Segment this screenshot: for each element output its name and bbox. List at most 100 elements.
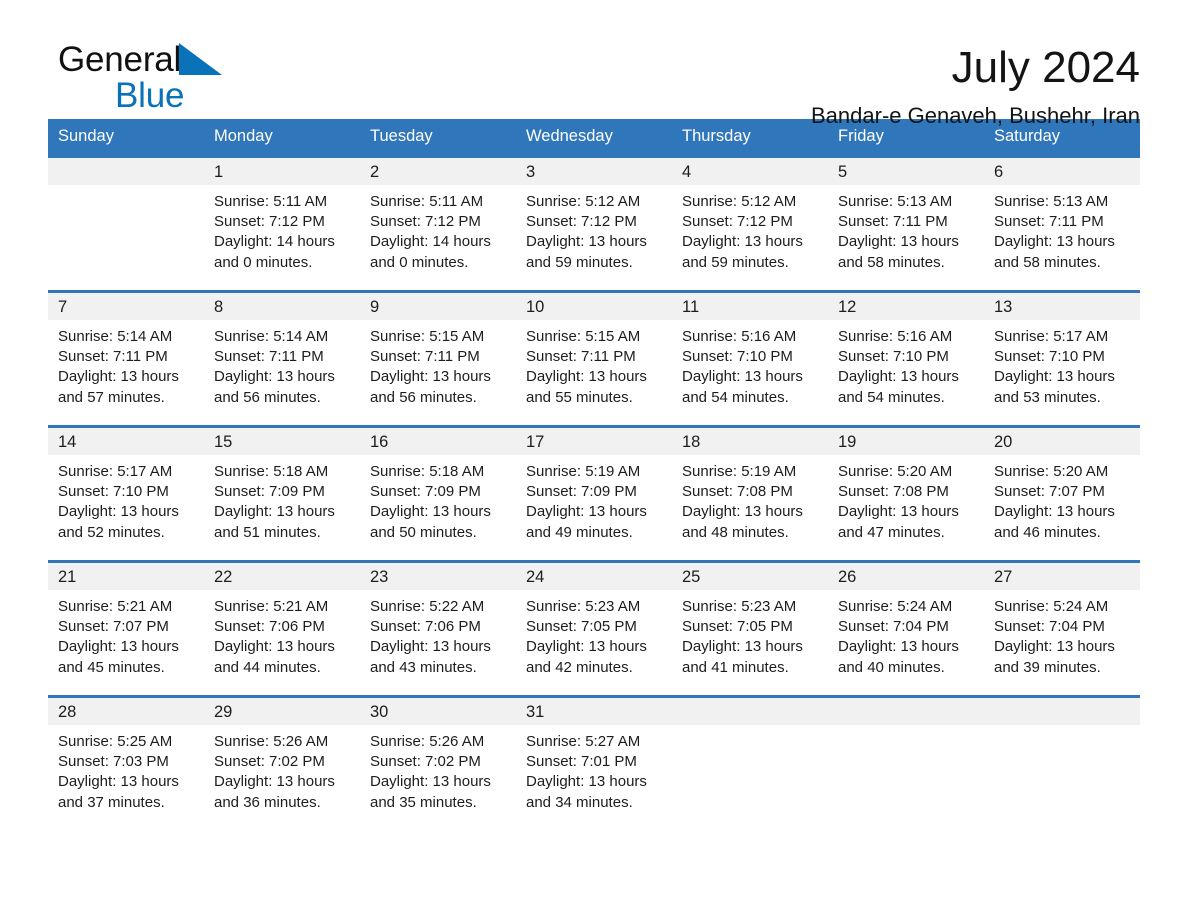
daylight-text-line2: and 56 minutes. [214,388,321,406]
calendar-day-cell[interactable]: 25 Sunrise: 5:23 AM Sunset: 7:05 PM Dayligh… [672,563,828,695]
sunrise-text: Sunrise: 5:13 AM [994,193,1109,210]
day-number: 13 [984,293,1140,320]
calendar-day-cell[interactable]: 12 Sunrise: 5:16 AM Sunset: 7:10 PM Dayligh… [828,293,984,425]
calendar-day-cell[interactable]: 6 Sunrise: 5:13 AM Sunset: 7:11 PM Daylight… [984,158,1140,290]
sunset-text: Sunset: 7:12 PM [214,213,325,231]
calendar-day-cell[interactable]: 26 Sunrise: 5:24 AM Sunset: 7:04 PM Dayligh… [828,563,984,695]
calendar-day-cell[interactable]: 4 Sunrise: 5:12 AM Sunset: 7:12 PM Daylight… [672,158,828,290]
daylight-text-line1: Daylight: 13 hours [994,638,1115,656]
calendar-week-row: 1 Sunrise: 5:11 AM Sunset: 7:12 PM Daylight… [48,155,1140,292]
page-masthead: General Blue July 2024 Bandar-e Genaveh,… [48,0,1140,127]
sunrise-text: Sunrise: 5:14 AM [214,328,329,345]
day-number: 26 [828,563,984,590]
sunset-text: Sunset: 7:07 PM [994,483,1105,501]
page-subtitle: Bandar-e Genaveh, Bushehr, Iran [811,102,1140,128]
day-details: Sunrise: 5:20 AM Sunset: 7:07 PM Daylight:… [984,455,1140,543]
calendar-day-cell[interactable]: 9 Sunrise: 5:15 AM Sunset: 7:11 PM Daylight… [360,293,516,425]
calendar-day-cell[interactable]: 17 Sunrise: 5:19 AM Sunset: 7:09 PM Dayligh… [516,428,672,560]
calendar-day-cell[interactable]: 20 Sunrise: 5:20 AM Sunset: 7:07 PM Dayligh… [984,428,1140,560]
sunset-text: Sunset: 7:01 PM [526,753,637,771]
daylight-text-line1: Daylight: 13 hours [838,233,959,251]
calendar-day-cell[interactable]: 27 Sunrise: 5:24 AM Sunset: 7:04 PM Dayligh… [984,563,1140,695]
calendar-day-cell[interactable]: 13 Sunrise: 5:17 AM Sunset: 7:10 PM Dayligh… [984,293,1140,425]
day-number [672,698,828,725]
day-number: 4 [672,158,828,185]
daylight-text-line2: and 55 minutes. [526,388,633,406]
day-number: 21 [48,563,204,590]
sunset-text: Sunset: 7:09 PM [214,483,325,501]
calendar-day-cell[interactable]: 8 Sunrise: 5:14 AM Sunset: 7:11 PM Daylight… [204,293,360,425]
day-number: 3 [516,158,672,185]
calendar-cell: 24 Sunrise: 5:23 AM Sunset: 7:05 PM Dayligh… [516,560,672,697]
calendar-day-cell[interactable]: 1 Sunrise: 5:11 AM Sunset: 7:12 PM Daylight… [204,158,360,290]
sunset-text: Sunset: 7:07 PM [58,618,169,636]
sunset-text: Sunset: 7:11 PM [838,213,948,231]
calendar-day-cell[interactable]: 31 Sunrise: 5:27 AM Sunset: 7:01 PM Dayligh… [516,698,672,830]
calendar-cell: 12 Sunrise: 5:16 AM Sunset: 7:10 PM Dayligh… [828,290,984,427]
sunrise-text: Sunrise: 5:19 AM [526,463,641,480]
calendar-day-cell[interactable]: 18 Sunrise: 5:19 AM Sunset: 7:08 PM Dayligh… [672,428,828,560]
weekday-header-sunday: Sunday [48,119,204,157]
calendar-day-cell[interactable]: 29 Sunrise: 5:26 AM Sunset: 7:02 PM Dayligh… [204,698,360,830]
daylight-text-line2: and 37 minutes. [58,793,165,811]
sunset-text: Sunset: 7:04 PM [838,618,949,636]
sunrise-text: Sunrise: 5:26 AM [214,733,329,750]
day-number: 29 [204,698,360,725]
sunrise-text: Sunrise: 5:16 AM [838,328,953,345]
calendar-cell [984,695,1140,830]
sunrise-text: Sunrise: 5:14 AM [58,328,173,345]
calendar-cell: 27 Sunrise: 5:24 AM Sunset: 7:04 PM Dayligh… [984,560,1140,697]
sunset-text: Sunset: 7:11 PM [214,348,324,366]
calendar-cell: 15 Sunrise: 5:18 AM Sunset: 7:09 PM Dayligh… [204,425,360,562]
daylight-text-line2: and 53 minutes. [994,388,1101,406]
day-details: Sunrise: 5:26 AM Sunset: 7:02 PM Daylight:… [204,725,360,813]
day-details: Sunrise: 5:25 AM Sunset: 7:03 PM Daylight:… [48,725,204,813]
day-number: 14 [48,428,204,455]
day-number: 16 [360,428,516,455]
calendar-day-cell[interactable]: 16 Sunrise: 5:18 AM Sunset: 7:09 PM Dayligh… [360,428,516,560]
calendar-day-cell[interactable]: 5 Sunrise: 5:13 AM Sunset: 7:11 PM Daylight… [828,158,984,290]
calendar-week-row: 7 Sunrise: 5:14 AM Sunset: 7:11 PM Daylight… [48,290,1140,427]
calendar-cell [828,695,984,830]
daylight-text-line2: and 39 minutes. [994,658,1101,676]
calendar-day-cell[interactable]: 7 Sunrise: 5:14 AM Sunset: 7:11 PM Daylight… [48,293,204,425]
calendar-day-cell[interactable]: 2 Sunrise: 5:11 AM Sunset: 7:12 PM Daylight… [360,158,516,290]
sunset-text: Sunset: 7:08 PM [682,483,793,501]
calendar-day-cell[interactable]: 19 Sunrise: 5:20 AM Sunset: 7:08 PM Dayligh… [828,428,984,560]
daylight-text-line1: Daylight: 13 hours [526,368,647,386]
sunset-text: Sunset: 7:12 PM [682,213,793,231]
day-details: Sunrise: 5:21 AM Sunset: 7:07 PM Daylight:… [48,590,204,678]
calendar-cell: 9 Sunrise: 5:15 AM Sunset: 7:11 PM Daylight… [360,290,516,427]
daylight-text-line1: Daylight: 13 hours [838,368,959,386]
calendar-day-cell[interactable]: 11 Sunrise: 5:16 AM Sunset: 7:10 PM Dayligh… [672,293,828,425]
calendar-day-cell[interactable]: 15 Sunrise: 5:18 AM Sunset: 7:09 PM Dayligh… [204,428,360,560]
day-number: 23 [360,563,516,590]
daylight-text-line1: Daylight: 13 hours [682,368,803,386]
calendar-cell: 23 Sunrise: 5:22 AM Sunset: 7:06 PM Dayligh… [360,560,516,697]
sunset-text: Sunset: 7:12 PM [526,213,637,231]
daylight-text-line1: Daylight: 13 hours [526,503,647,521]
day-number: 31 [516,698,672,725]
daylight-text-line1: Daylight: 13 hours [214,638,335,656]
day-number: 25 [672,563,828,590]
day-number: 18 [672,428,828,455]
calendar-day-cell[interactable]: 28 Sunrise: 5:25 AM Sunset: 7:03 PM Dayligh… [48,698,204,830]
calendar-day-cell[interactable]: 10 Sunrise: 5:15 AM Sunset: 7:11 PM Dayligh… [516,293,672,425]
calendar-day-cell[interactable]: 22 Sunrise: 5:21 AM Sunset: 7:06 PM Dayligh… [204,563,360,695]
calendar-day-cell[interactable]: 24 Sunrise: 5:23 AM Sunset: 7:05 PM Dayligh… [516,563,672,695]
calendar-day-cell[interactable]: 21 Sunrise: 5:21 AM Sunset: 7:07 PM Dayligh… [48,563,204,695]
calendar-day-cell[interactable]: 23 Sunrise: 5:22 AM Sunset: 7:06 PM Dayligh… [360,563,516,695]
daylight-text-line1: Daylight: 13 hours [526,638,647,656]
sunset-text: Sunset: 7:09 PM [526,483,637,501]
day-details: Sunrise: 5:11 AM Sunset: 7:12 PM Daylight:… [204,185,360,273]
daylight-text-line1: Daylight: 13 hours [58,773,179,791]
day-number: 8 [204,293,360,320]
calendar-page: General Blue July 2024 Bandar-e Genaveh,… [0,0,1188,918]
daylight-text-line2: and 59 minutes. [682,253,789,271]
daylight-text-line2: and 0 minutes. [370,253,469,271]
calendar-day-cell[interactable]: 14 Sunrise: 5:17 AM Sunset: 7:10 PM Dayligh… [48,428,204,560]
daylight-text-line1: Daylight: 13 hours [526,233,647,251]
calendar-day-cell[interactable]: 30 Sunrise: 5:26 AM Sunset: 7:02 PM Dayligh… [360,698,516,830]
generalblue-logo[interactable]: General Blue [48,42,328,113]
calendar-day-cell[interactable]: 3 Sunrise: 5:12 AM Sunset: 7:12 PM Daylight… [516,158,672,290]
